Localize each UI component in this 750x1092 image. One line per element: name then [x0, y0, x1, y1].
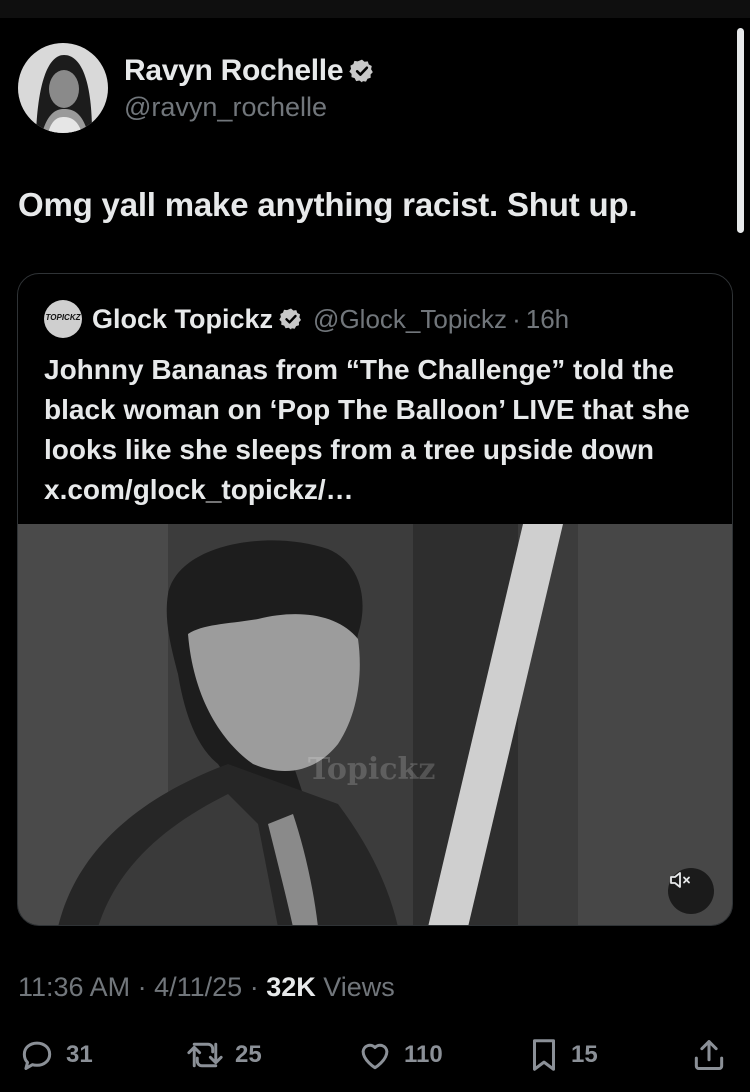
- display-name[interactable]: Ravyn Rochelle: [124, 54, 344, 88]
- bookmark-icon: [532, 1039, 556, 1071]
- quoted-avatar[interactable]: TOPICKZ: [44, 300, 82, 338]
- share-icon: [694, 1040, 724, 1070]
- bookmark-button[interactable]: 15: [527, 1036, 598, 1074]
- reply-icon: [22, 1041, 52, 1070]
- separator-dot: ·: [137, 972, 155, 1002]
- quoted-avatar-logo-text: TOPICKZ: [45, 313, 81, 322]
- status-bar: [0, 0, 750, 18]
- author-names: Ravyn Rochelle @ravyn_rochelle: [124, 54, 375, 123]
- separator-dot: ·: [512, 303, 521, 334]
- display-row: Ravyn Rochelle: [124, 54, 375, 88]
- repost-icon: [187, 1042, 223, 1068]
- tweet-time[interactable]: 11:36 AM: [18, 972, 130, 1002]
- bookmark-count: 15: [571, 1041, 598, 1068]
- repost-button[interactable]: 25: [185, 1036, 262, 1074]
- action-bar: 31 25 110 15: [0, 1036, 750, 1076]
- tweet-meta: 11:36 AM · 4/11/25 · 32K Views: [18, 972, 395, 1003]
- verified-badge-icon: [279, 308, 302, 330]
- quoted-tweet[interactable]: TOPICKZ Glock Topickz @Glock_Topickz · 1…: [17, 273, 733, 926]
- views-label: Views: [323, 972, 395, 1002]
- reply-button[interactable]: 31: [18, 1036, 93, 1074]
- tweet-date[interactable]: 4/11/25: [154, 972, 242, 1002]
- scrollbar[interactable]: [737, 28, 744, 233]
- reply-count: 31: [66, 1041, 93, 1068]
- speaker-muted-icon: [670, 872, 690, 888]
- like-button[interactable]: 110: [356, 1036, 443, 1074]
- tweet-text: Omg yall make anything racist. Shut up.: [18, 186, 638, 223]
- avatar[interactable]: [18, 43, 108, 133]
- separator-dot: ·: [249, 972, 267, 1002]
- like-count: 110: [404, 1041, 443, 1068]
- video-frame: [18, 524, 732, 925]
- repost-count: 25: [235, 1041, 262, 1068]
- quoted-header: TOPICKZ Glock Topickz @Glock_Topickz · 1…: [44, 300, 569, 338]
- avatar-image: [18, 43, 108, 133]
- share-button[interactable]: [690, 1036, 728, 1074]
- verified-badge-icon: [349, 59, 374, 82]
- quoted-timestamp[interactable]: 16h: [526, 304, 569, 335]
- mute-button[interactable]: [668, 868, 714, 914]
- views-count: 32K: [266, 972, 316, 1002]
- quoted-video[interactable]: Topickz: [18, 524, 732, 925]
- video-watermark: Topickz: [308, 752, 436, 787]
- quoted-handle[interactable]: @Glock_Topickz: [313, 304, 507, 335]
- quoted-display-name[interactable]: Glock Topickz: [92, 304, 273, 335]
- author-handle[interactable]: @ravyn_rochelle: [124, 92, 375, 123]
- quoted-text: Johnny Bananas from “The Challenge” told…: [44, 354, 690, 505]
- heart-icon: [361, 1043, 389, 1070]
- tweet-author: Ravyn Rochelle @ravyn_rochelle: [18, 43, 375, 133]
